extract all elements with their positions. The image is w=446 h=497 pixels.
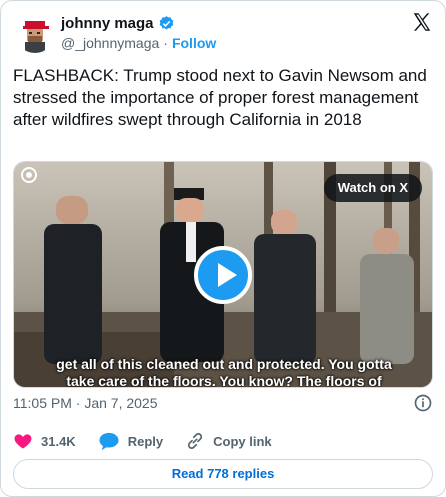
like-button[interactable]: 31.4K — [13, 431, 76, 451]
reply-label: Reply — [127, 433, 164, 449]
separator-dot: · — [163, 35, 168, 51]
tweet-meta: 11:05 PM · Jan 7, 2025 — [13, 393, 435, 415]
follow-button[interactable]: Follow — [172, 35, 216, 51]
watch-on-x-button[interactable]: Watch on X — [323, 174, 422, 202]
author-handle[interactable]: @_johnnymaga — [61, 35, 159, 51]
play-button[interactable] — [194, 246, 252, 304]
reply-bubble-icon — [99, 432, 119, 451]
verified-badge-icon — [159, 15, 173, 30]
video-caption-line-1: get all of this cleaned out and protecte… — [56, 356, 392, 372]
link-icon — [188, 433, 203, 449]
avatar[interactable] — [15, 13, 55, 53]
video-player[interactable]: Watch on X get all of this cleaned out a… — [13, 161, 433, 388]
video-caption-line-2: take care of the floors. You know? The f… — [66, 373, 382, 388]
timestamp[interactable]: 11:05 PM · Jan 7, 2025 — [13, 395, 158, 411]
reply-button[interactable]: Reply — [98, 431, 163, 451]
x-logo-icon[interactable] — [411, 11, 433, 33]
like-count: 31.4K — [41, 433, 76, 449]
action-bar: 31.4K Reply Copy link — [13, 429, 294, 453]
read-replies-button[interactable]: Read 778 replies — [13, 459, 433, 489]
play-icon — [218, 263, 237, 287]
tweet-card: johnny maga @_johnnymaga · Follow FLASHB… — [0, 0, 446, 497]
author-info: johnny maga @_johnnymaga · Follow — [61, 13, 216, 52]
tweet-header: johnny maga @_johnnymaga · Follow — [13, 11, 435, 55]
live-indicator-icon — [21, 167, 37, 183]
info-icon[interactable] — [413, 393, 433, 413]
display-name[interactable]: johnny maga — [61, 15, 154, 32]
heart-icon — [14, 434, 32, 449]
copy-link-label: Copy link — [213, 433, 272, 449]
tweet-text: FLASHBACK: Trump stood next to Gavin New… — [13, 66, 427, 129]
copy-link-button[interactable]: Copy link — [185, 431, 272, 451]
